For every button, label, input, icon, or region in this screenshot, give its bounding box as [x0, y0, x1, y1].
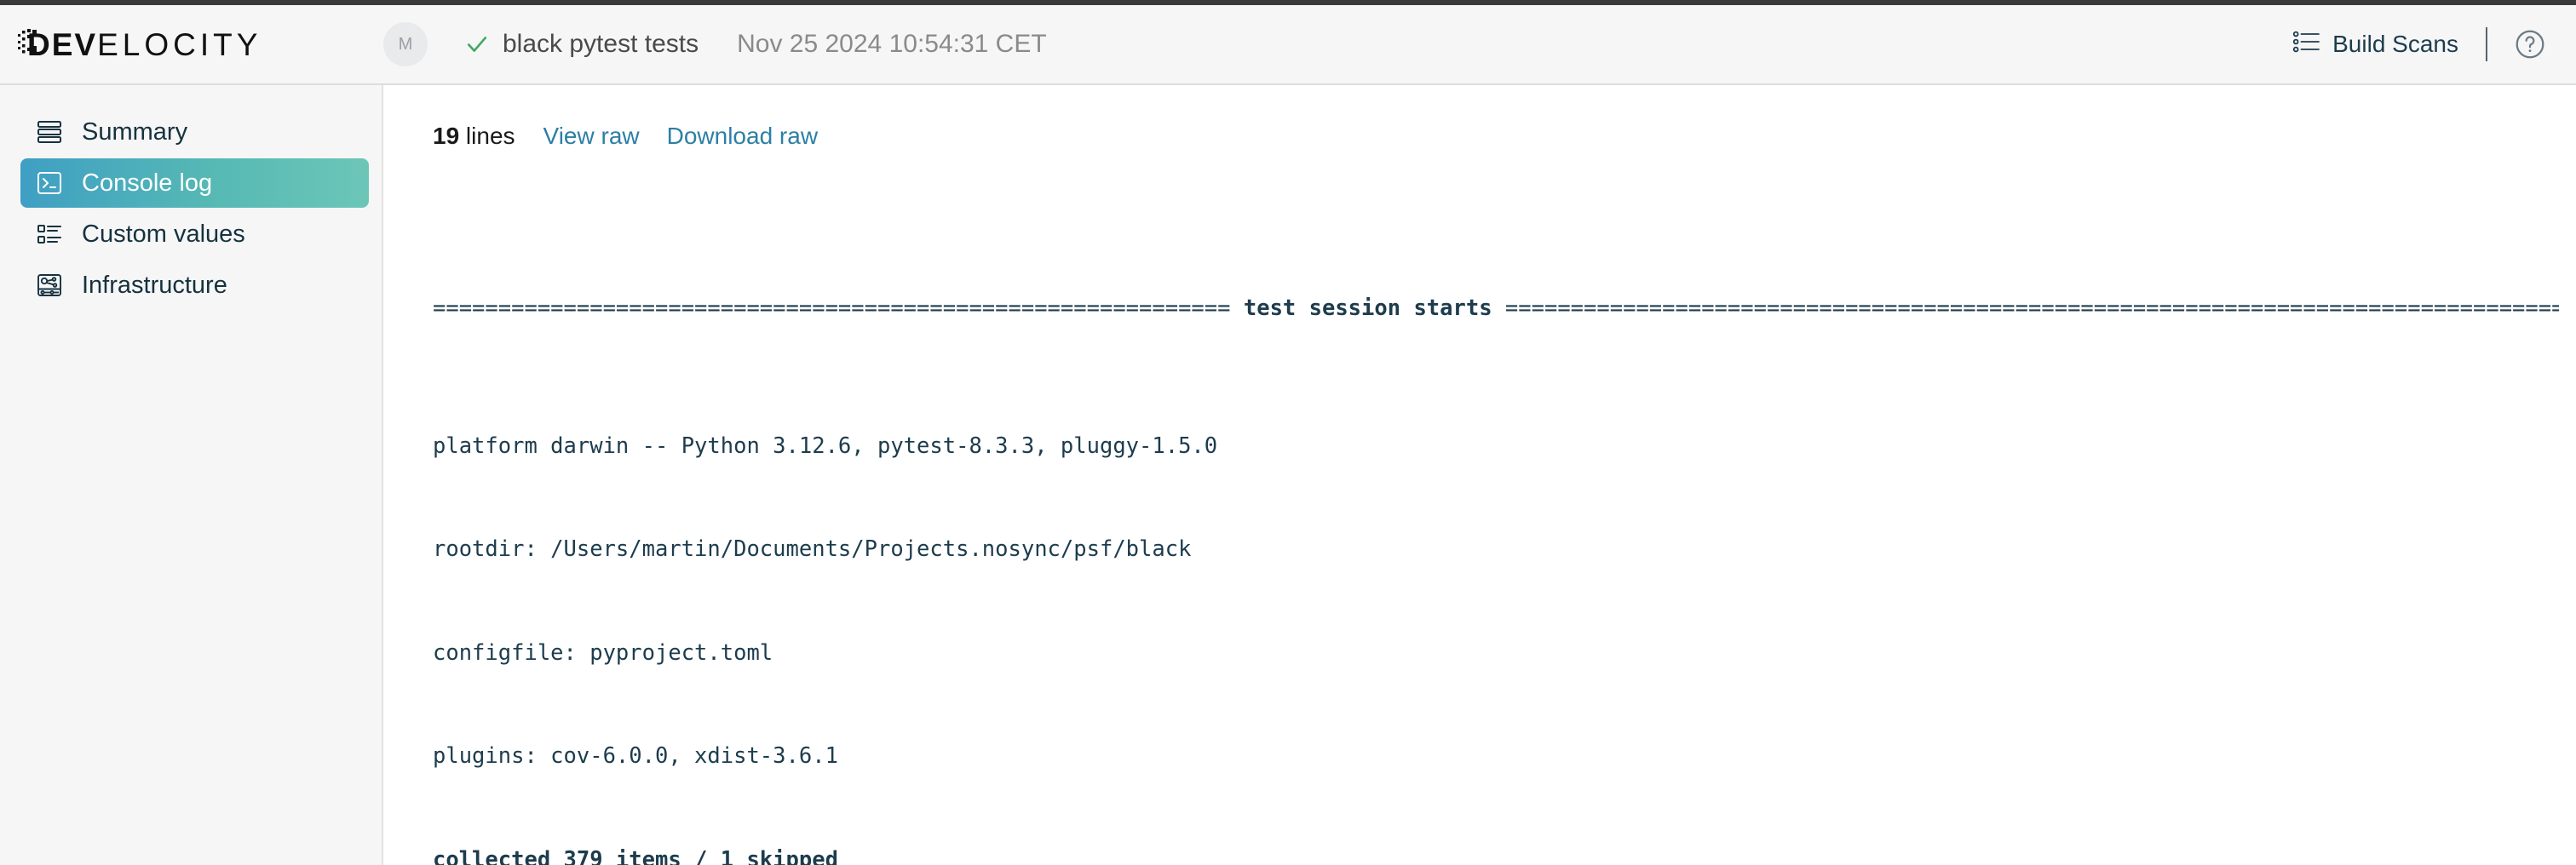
console-line-plugins: plugins: cov-6.0.0, xdist-3.6.1: [433, 739, 2559, 774]
console-line-collected: collected 379 items / 1 skipped: [433, 843, 2559, 865]
list-values-icon: [34, 219, 65, 249]
sidebar-item-label: Custom values: [82, 220, 245, 248]
header-actions: Build Scans: [2293, 27, 2545, 61]
terminal-icon: [34, 168, 65, 198]
build-timestamp: Nov 25 2024 10:54:31 CET: [737, 30, 1047, 58]
check-icon: [466, 33, 488, 55]
build-scans-list-icon: [2293, 31, 2320, 59]
sidebar-item-label: Infrastructure: [82, 271, 227, 299]
app-header: DEV ELOCITY M black pytest tests Nov 25 …: [0, 5, 2576, 85]
session-eq-left: ========================================…: [433, 295, 1231, 321]
summary-icon: [34, 117, 65, 147]
rootdir-text: rootdir: /Users/martin/Documents/Project…: [433, 536, 1192, 562]
infrastructure-icon: [34, 270, 65, 301]
help-icon[interactable]: [2515, 29, 2545, 60]
console-line-platform: platform darwin -- Python 3.12.6, pytest…: [433, 429, 2559, 464]
console-line-rootdir: rootdir: /Users/martin/Documents/Project…: [433, 532, 2559, 567]
plugins-text: plugins: cov-6.0.0, xdist-3.6.1: [433, 743, 838, 769]
app-body: Summary Console log Custom values Infras…: [0, 85, 2576, 865]
breadcrumb-path[interactable]: black pytest tests: [503, 30, 699, 59]
log-toolbar: 19 lines View raw Download raw: [433, 123, 2576, 150]
sidebar-item-infrastructure[interactable]: Infrastructure: [20, 261, 369, 310]
console-log-panel: 19 lines View raw Download raw =========…: [383, 85, 2576, 865]
sidebar: Summary Console log Custom values Infras…: [0, 85, 383, 865]
session-title: test session starts: [1243, 295, 1492, 321]
sidebar-item-custom-values[interactable]: Custom values: [20, 209, 369, 259]
console-line-configfile: configfile: pyproject.toml: [433, 636, 2559, 671]
line-count: 19 lines: [433, 123, 515, 150]
collected-text: collected 379 items / 1 skipped: [433, 846, 838, 865]
console-output[interactable]: ========================================…: [433, 187, 2576, 865]
header-divider: [2486, 27, 2487, 61]
line-count-value: 19: [433, 123, 460, 149]
sidebar-item-summary[interactable]: Summary: [20, 107, 369, 157]
build-scans-label: Build Scans: [2332, 31, 2458, 57]
sidebar-item-label: Console log: [82, 169, 213, 197]
breadcrumb: M black pytest tests Nov 25 2024 10:54:3…: [383, 22, 2293, 66]
download-raw-link[interactable]: Download raw: [667, 123, 818, 150]
sidebar-item-console-log[interactable]: Console log: [20, 158, 369, 208]
build-scans-button[interactable]: Build Scans: [2293, 31, 2458, 59]
configfile-text: configfile: pyproject.toml: [433, 639, 773, 666]
avatar-initial: M: [398, 34, 413, 54]
logo-text-light: ELOCITY: [97, 26, 262, 62]
console-line-session-header: ========================================…: [433, 291, 2559, 326]
session-eq-right: ========================================…: [1504, 295, 2559, 321]
platform-text: platform darwin -- Python 3.12.6, pytest…: [433, 432, 1218, 459]
sidebar-item-label: Summary: [82, 117, 188, 146]
line-count-label: lines: [459, 123, 515, 149]
brand-logo[interactable]: DEV ELOCITY: [0, 26, 383, 62]
avatar[interactable]: M: [383, 22, 428, 66]
view-raw-link[interactable]: View raw: [543, 123, 640, 150]
logo-text-bold: DEV: [27, 26, 98, 62]
